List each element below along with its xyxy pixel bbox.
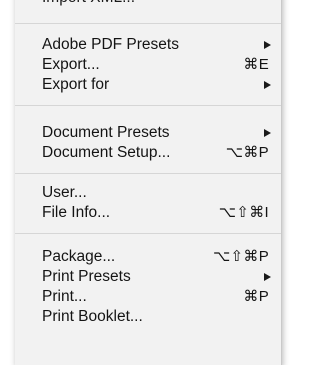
- menu-item-label: Print Booklet...: [42, 308, 143, 325]
- menu-separator: [15, 105, 281, 106]
- menu-item-export-for[interactable]: Export for: [15, 75, 281, 95]
- menu-item-import-xml[interactable]: Import XML...: [15, 0, 281, 8]
- menu-item-print-presets[interactable]: Print Presets: [15, 267, 281, 287]
- menu-item-user[interactable]: User...: [15, 183, 281, 203]
- menu-item-label: Export for: [42, 76, 110, 93]
- menu-item-label: Package...: [42, 248, 116, 265]
- submenu-arrow-icon: [264, 273, 271, 281]
- menu-item-shortcut: ⌥⌘P: [225, 144, 269, 161]
- menu-item-label: Import XML...: [42, 0, 135, 8]
- menu-item-label: Print Presets: [42, 268, 131, 285]
- file-menu: Import XML... Adobe PDF Presets Export..…: [15, 0, 282, 365]
- menu-item-package[interactable]: Package... ⌥⇧⌘P: [15, 247, 281, 267]
- submenu-arrow-icon: [264, 129, 271, 137]
- menu-item-label: Export...: [42, 56, 100, 73]
- menu-item-adobe-pdf-presets[interactable]: Adobe PDF Presets: [15, 35, 281, 55]
- menu-separator: [15, 23, 281, 24]
- menu-item-label: Print...: [42, 288, 87, 305]
- submenu-arrow-icon: [264, 41, 271, 49]
- menu-item-print[interactable]: Print... ⌘P: [15, 287, 281, 307]
- menu-item-print-booklet[interactable]: Print Booklet...: [15, 307, 281, 327]
- menu-item-shortcut: ⌘E: [243, 56, 269, 73]
- menu-item-label: Document Setup...: [42, 144, 171, 161]
- menu-item-shortcut: ⌥⇧⌘P: [212, 248, 269, 265]
- menu-item-label: Document Presets: [42, 124, 170, 141]
- menu-item-shortcut: ⌘P: [243, 288, 269, 305]
- menu-item-document-setup[interactable]: Document Setup... ⌥⌘P: [15, 143, 281, 163]
- menu-separator: [15, 233, 281, 234]
- submenu-arrow-icon: [264, 81, 271, 89]
- menu-item-label: User...: [42, 184, 87, 201]
- menu-item-export[interactable]: Export... ⌘E: [15, 55, 281, 75]
- menu-item-document-presets[interactable]: Document Presets: [15, 123, 281, 143]
- menu-item-shortcut: ⌥⇧⌘I: [218, 204, 269, 221]
- menu-item-label: Adobe PDF Presets: [42, 36, 179, 53]
- menu-item-file-info[interactable]: File Info... ⌥⇧⌘I: [15, 203, 281, 223]
- menu-separator: [15, 173, 281, 174]
- menu-item-label: File Info...: [42, 204, 111, 221]
